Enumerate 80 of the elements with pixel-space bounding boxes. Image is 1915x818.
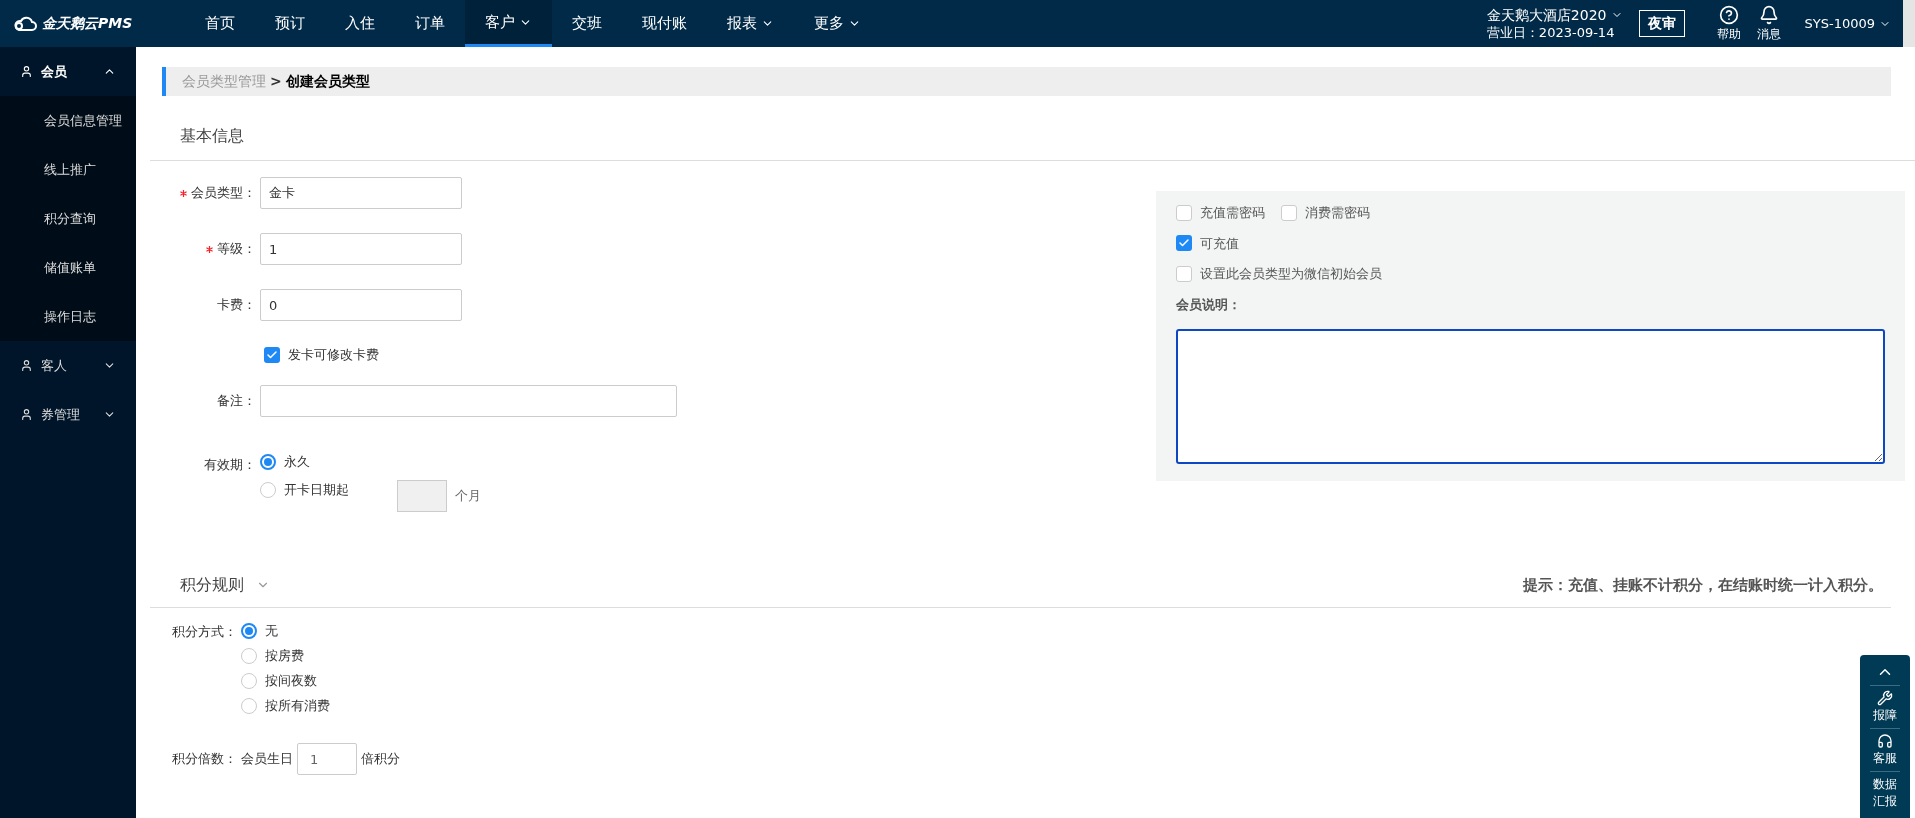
sidebar-item[interactable]: 积分查询 <box>0 194 136 243</box>
customer-service-button[interactable]: 客服 <box>1870 729 1900 772</box>
nav-tab[interactable]: 订单 <box>395 0 465 47</box>
nav-tab[interactable]: 客户 <box>465 0 552 47</box>
months-input[interactable] <box>397 480 447 512</box>
sidebar-item[interactable]: 线上推广 <box>0 145 136 194</box>
nav-tab[interactable]: 交班 <box>552 0 622 47</box>
nav-tab[interactable]: 现付账 <box>622 0 707 47</box>
user-icon <box>20 408 33 421</box>
nav-tab[interactable]: 入住 <box>325 0 395 47</box>
field-label: 等级： <box>217 240 256 259</box>
sidebar-group[interactable]: 客人 <box>0 341 136 390</box>
report-issue-button[interactable]: 报障 <box>1870 686 1900 729</box>
breadcrumb-separator: > <box>270 72 282 91</box>
radio-button[interactable] <box>241 673 257 689</box>
field-label: 卡费： <box>217 296 256 315</box>
check-icon <box>266 349 278 361</box>
field-label: 会员类型： <box>191 184 256 203</box>
unit-label: 倍积分 <box>361 750 400 769</box>
checkbox-label: 可充值 <box>1200 234 1239 253</box>
field-label: 积分倍数： <box>171 750 238 769</box>
radio-label: 按所有消费 <box>265 697 330 716</box>
description-textarea[interactable] <box>1176 329 1885 464</box>
sidebar-item[interactable]: 会员信息管理 <box>0 96 136 145</box>
nav-tab[interactable]: 预订 <box>255 0 325 47</box>
radio-label: 按间夜数 <box>265 672 317 691</box>
radio-label: 无 <box>265 622 278 641</box>
description-label: 会员说明： <box>1176 295 1242 314</box>
unit-label: 个月 <box>455 487 481 506</box>
business-date: 营业日：2023-09-14 <box>1486 23 1616 41</box>
text-input[interactable]: 金卡 <box>260 177 462 209</box>
checkbox[interactable] <box>1176 235 1192 252</box>
nav-tab[interactable]: 报表 <box>707 0 794 47</box>
sidebar-item[interactable]: 储值账单 <box>0 243 136 292</box>
checkbox-label: 充值需密码 <box>1200 204 1265 222</box>
checkbox-label: 消费需密码 <box>1305 204 1370 222</box>
user-icon <box>20 359 33 372</box>
radio-button[interactable] <box>241 648 257 664</box>
checkbox[interactable] <box>1281 204 1297 221</box>
radio-button[interactable] <box>260 454 276 470</box>
user-menu[interactable]: SYS-10009 <box>1804 13 1891 34</box>
radio-button[interactable] <box>260 482 276 498</box>
scrollbar[interactable] <box>1903 0 1915 47</box>
checkbox-label: 发卡可修改卡费 <box>288 346 379 365</box>
headphones-icon <box>1877 733 1893 749</box>
breadcrumb-current: 创建会员类型 <box>285 72 370 91</box>
wrench-icon <box>1877 690 1893 706</box>
app-logo-text: 金天鹅云PMS <box>42 14 133 33</box>
messages-button[interactable]: 消息 <box>1756 4 1781 43</box>
radio-label: 按房费 <box>265 647 304 666</box>
sidebar-group[interactable]: 券管理 <box>0 390 136 439</box>
checkbox[interactable] <box>264 347 280 363</box>
radio-label: 开卡日期起 <box>284 481 349 500</box>
user-icon <box>20 65 33 78</box>
multiplier-input[interactable]: 1 <box>297 743 357 775</box>
checkbox[interactable] <box>1176 204 1192 221</box>
remark-input[interactable] <box>260 385 677 417</box>
section-title: 积分规则 <box>180 574 244 596</box>
field-label: 有效期： <box>203 456 257 474</box>
hotel-selector[interactable]: 金天鹅大酒店2020 <box>1486 6 1623 24</box>
text-input[interactable]: 1 <box>260 233 462 265</box>
checkbox[interactable] <box>1176 265 1192 282</box>
sidebar-group[interactable]: 会员 <box>0 47 136 96</box>
help-button[interactable]: 帮助 <box>1716 4 1741 43</box>
radio-button[interactable] <box>241 623 257 639</box>
cloud-logo-icon <box>12 15 38 32</box>
nav-tab[interactable]: 首页 <box>185 0 255 47</box>
birthday-label: 会员生日 <box>241 750 293 769</box>
data-report-button[interactable]: 数据汇报 <box>1870 772 1900 814</box>
text-input[interactable]: 0 <box>260 289 462 321</box>
section-title: 基本信息 <box>180 126 244 145</box>
field-label: 积分方式： <box>171 623 238 641</box>
checkbox-label: 设置此会员类型为微信初始会员 <box>1200 265 1382 283</box>
radio-button[interactable] <box>241 698 257 714</box>
sidebar-item[interactable]: 操作日志 <box>0 292 136 341</box>
field-label: 备注： <box>217 392 256 411</box>
night-audit-button[interactable]: 夜审 <box>1638 10 1685 37</box>
nav-tab[interactable]: 更多 <box>794 0 881 47</box>
radio-label: 永久 <box>284 453 310 472</box>
points-hint: 提示：充值、挂账不计积分，在结账时统一计入积分。 <box>1523 574 1883 596</box>
